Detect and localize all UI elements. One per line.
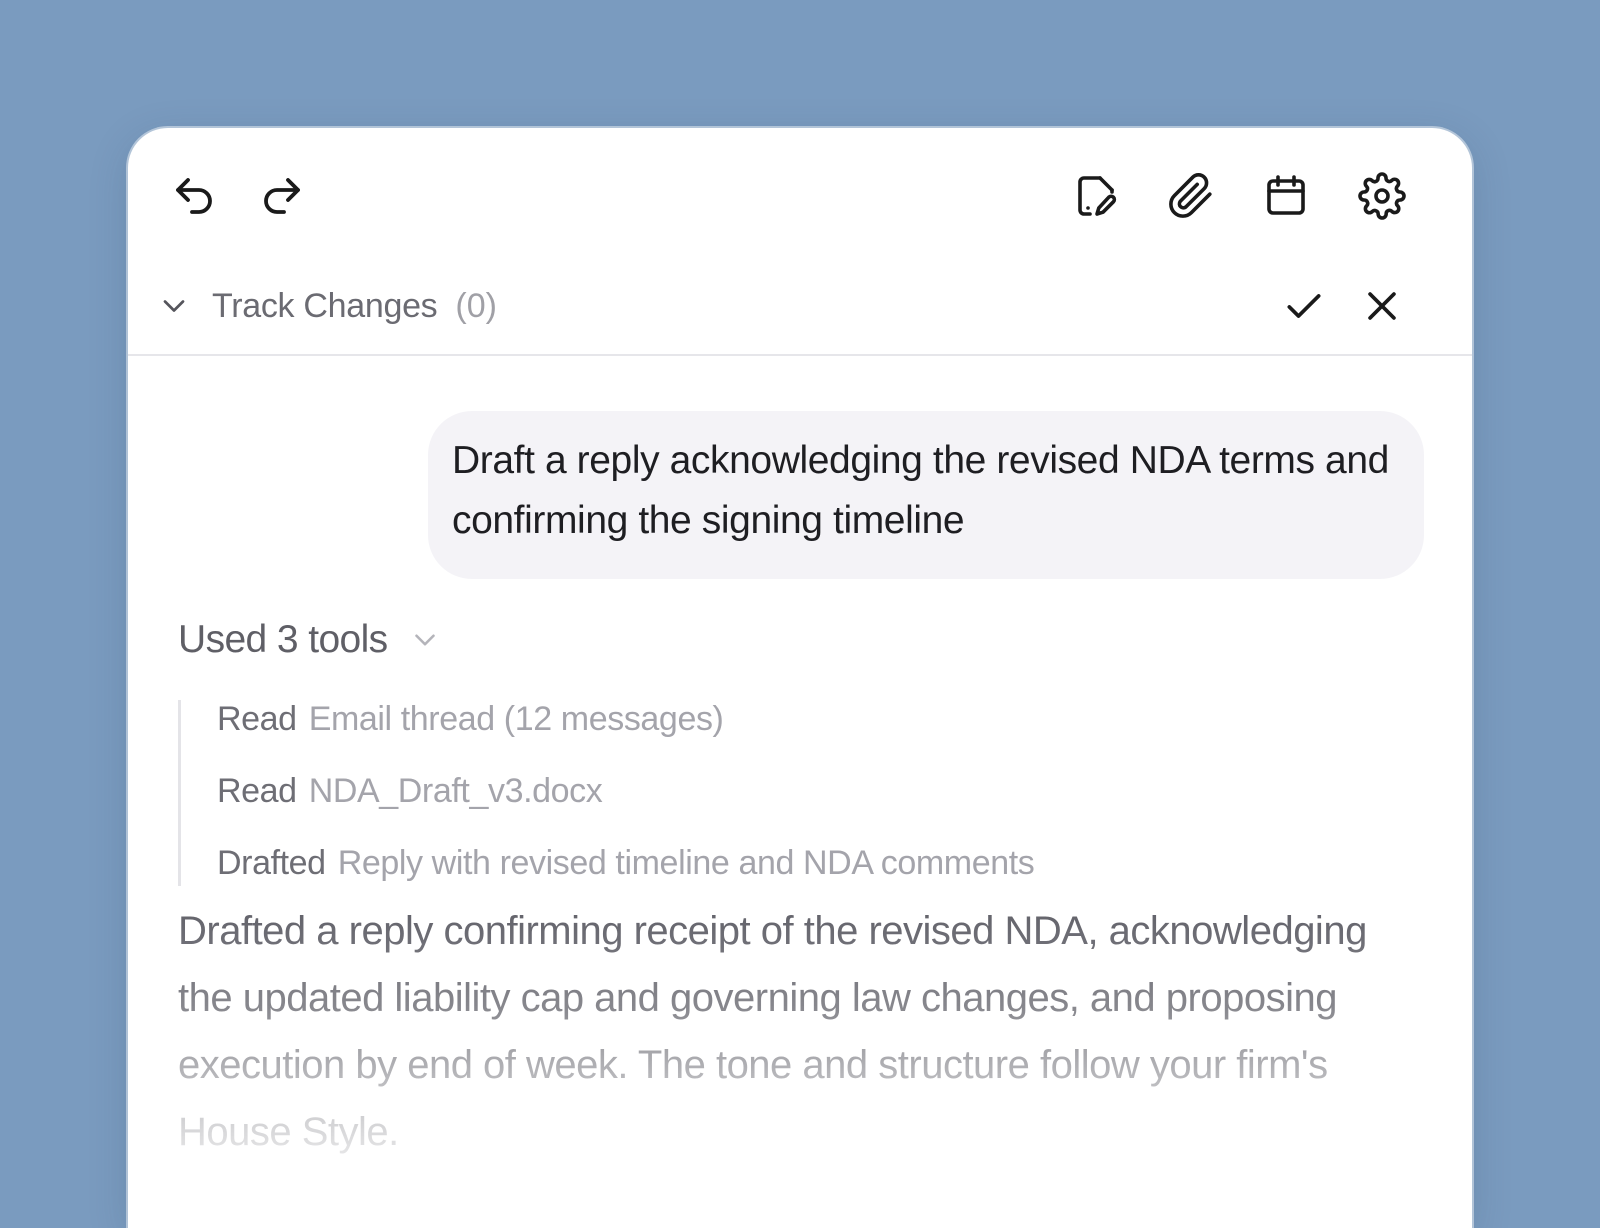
tools-used-list: Read Email thread (12 messages) Read NDA_D…: [178, 700, 1035, 886]
settings-button[interactable]: [1354, 168, 1410, 224]
track-changes-count: (0): [455, 286, 497, 325]
chevron-down-icon: [414, 634, 435, 646]
undo-button[interactable]: [166, 168, 222, 224]
check-icon: [1287, 294, 1321, 318]
tools-used-title: Used 3 tools: [178, 618, 388, 661]
redo-icon: [264, 178, 300, 214]
tools-used-toggle[interactable]: Used 3 tools: [178, 618, 442, 662]
tool-step: Drafted Reply with revised timeline and N…: [217, 844, 1035, 883]
toolbar: [128, 128, 1472, 258]
assistant-panel: Track Changes (0) Draft a reply acknowle…: [128, 128, 1472, 1228]
tool-step-detail: Reply with revised timeline and NDA comm…: [337, 844, 1035, 882]
edit-document-button[interactable]: [1068, 168, 1124, 224]
reject-all-button[interactable]: [1356, 280, 1408, 332]
chevron-down-icon: [163, 300, 185, 312]
tool-step: Read Email thread (12 messages): [217, 700, 724, 739]
assistant-summary: Drafted a reply confirming receipt of th…: [178, 909, 1367, 1154]
paperclip-icon: [1169, 173, 1212, 218]
calendar-icon: [1267, 175, 1305, 215]
redo-button[interactable]: [254, 168, 310, 224]
tool-step-verb: Drafted: [217, 844, 326, 882]
track-changes-label: Track Changes: [212, 286, 438, 325]
accept-all-button[interactable]: [1278, 280, 1330, 332]
tool-step: Read NDA_Draft_v3.docx: [217, 772, 603, 811]
track-changes-bar: Track Changes (0): [128, 258, 1472, 356]
track-changes-toggle[interactable]: Track Changes (0): [156, 276, 497, 336]
tool-step-verb: Read: [217, 772, 297, 810]
calendar-button[interactable]: [1258, 168, 1314, 224]
tool-step-verb: Read: [217, 700, 297, 738]
tool-step-detail: Email thread (12 messages): [308, 700, 724, 738]
close-icon: [1368, 292, 1396, 320]
user-message-bubble: Draft a reply acknowledging the revised …: [428, 411, 1424, 579]
edit-document-icon: [1078, 176, 1117, 216]
tool-step-detail: NDA_Draft_v3.docx: [308, 772, 603, 810]
gear-icon: [1358, 172, 1406, 220]
undo-icon: [176, 178, 212, 214]
attach-button[interactable]: [1163, 168, 1219, 224]
